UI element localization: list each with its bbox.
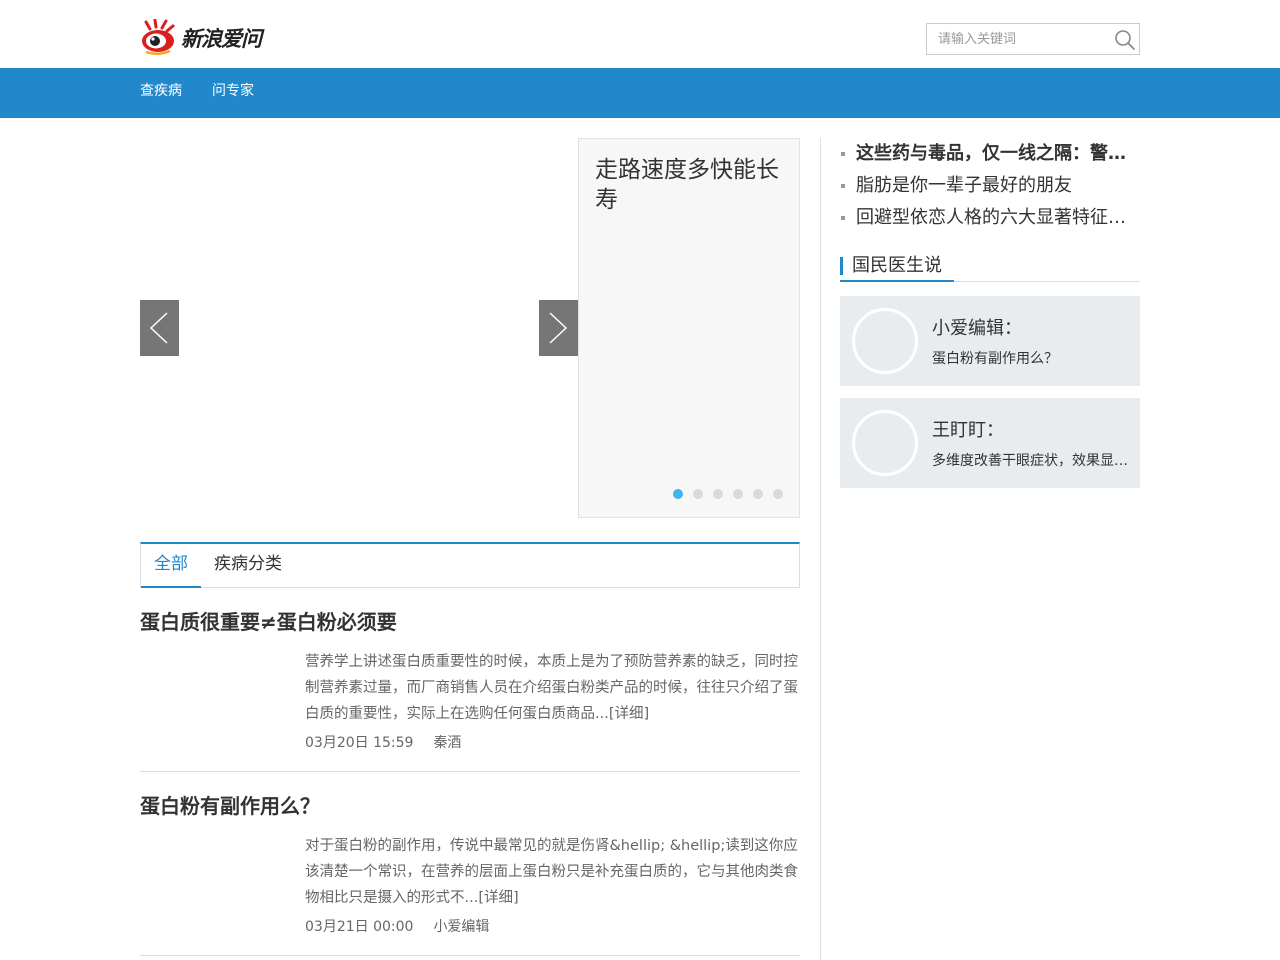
section-header: 国民医生说 <box>840 254 1140 282</box>
chevron-right-icon <box>549 312 568 344</box>
hot-list-item[interactable]: 回避型依恋人格的六大显著特征与表现 <box>840 202 1140 234</box>
site-header: 新浪爱问 <box>0 0 1280 68</box>
doctor-name: 王盯盯： <box>932 420 1004 441</box>
column-divider <box>820 138 821 960</box>
article-summary-text: 对于蛋白粉的副作用，传说中最常见的就是伤肾&hellip; &hellip;读到… <box>305 838 798 906</box>
article-summary-text: 营养学上讲述蛋白质重要性的时候，本质上是为了预防营养素的缺乏，同时控制营养素过量… <box>305 654 798 722</box>
carousel: 走路速度多快能长寿 <box>140 138 800 518</box>
doctor-card[interactable]: 小爱编辑： 蛋白粉有副作用么？ <box>840 296 1140 386</box>
doctor-quote: 多维度改善干眼症状，效果显著提升生活质量 <box>932 453 1132 469</box>
sina-eye-icon <box>142 19 175 55</box>
hot-list: 这些药与毒品，仅一线之隔：警惕药物成瘾 脂肪是你一辈子最好的朋友 回避型依恋人格… <box>840 138 1140 234</box>
tab-all[interactable]: 全部 <box>141 544 201 588</box>
article-title[interactable]: 蛋白质很重要≠蛋白粉必须要 <box>140 608 800 636</box>
article-tabs: 全部 疾病分类 <box>140 542 800 588</box>
article-item: 蛋白粉有副作用么？ 对于蛋白粉的副作用，传说中最常见的就是伤肾&hellip; … <box>140 792 800 956</box>
sidebar: 这些药与毒品，仅一线之隔：警惕药物成瘾 脂肪是你一辈子最好的朋友 回避型依恋人格… <box>840 138 1140 488</box>
site-logo[interactable]: 新浪爱问 <box>140 18 262 58</box>
main-content: 走路速度多快能长寿 全部 疾病分类 蛋白质很重要≠蛋白粉必须要 营养学上讲述蛋白… <box>0 118 1280 960</box>
carousel-image[interactable] <box>140 138 578 518</box>
carousel-dot[interactable] <box>753 489 763 499</box>
carousel-dots <box>673 489 783 499</box>
avatar[interactable] <box>852 410 918 476</box>
article-detail-link[interactable]: [详细] <box>609 706 649 722</box>
article-time: 03月21日 00:00 <box>305 919 414 935</box>
hot-list-item[interactable]: 脂肪是你一辈子最好的朋友 <box>840 170 1140 202</box>
article-meta: 03月20日 15:59 秦酒 <box>305 732 461 752</box>
article-summary: 营养学上讲述蛋白质重要性的时候，本质上是为了预防营养素的缺乏，同时控制营养素过量… <box>305 649 800 727</box>
section-accent-bar <box>840 257 843 275</box>
nav-item-ask-expert[interactable]: 问专家 <box>212 68 254 115</box>
article-author[interactable]: 小爱编辑 <box>433 916 489 936</box>
carousel-title[interactable]: 走路速度多快能长寿 <box>595 155 791 215</box>
article-summary: 对于蛋白粉的副作用，传说中最常见的就是伤肾&hellip; &hellip;读到… <box>305 833 800 911</box>
article-author[interactable]: 秦酒 <box>433 732 461 752</box>
carousel-dot[interactable] <box>733 489 743 499</box>
hot-list-item[interactable]: 这些药与毒品，仅一线之隔：警惕药物成瘾 <box>840 138 1140 170</box>
article-time: 03月20日 15:59 <box>305 735 414 751</box>
article-item: 蛋白质很重要≠蛋白粉必须要 营养学上讲述蛋白质重要性的时候，本质上是为了预防营养… <box>140 608 800 772</box>
article-title[interactable]: 蛋白粉有副作用么？ <box>140 792 800 820</box>
section-title: 国民医生说 <box>852 255 942 276</box>
nav-item-disease[interactable]: 查疾病 <box>140 68 182 115</box>
search-icon[interactable] <box>1113 28 1137 52</box>
carousel-caption-panel: 走路速度多快能长寿 <box>578 138 800 518</box>
article-detail-link[interactable]: [详细] <box>478 890 518 906</box>
article-meta: 03月21日 00:00 小爱编辑 <box>305 916 489 936</box>
carousel-dot[interactable] <box>693 489 703 499</box>
doctor-quote: 蛋白粉有副作用么？ <box>932 351 1058 367</box>
doctor-name: 小爱编辑： <box>932 318 1022 339</box>
section-underline <box>840 280 954 282</box>
chevron-left-icon <box>149 312 168 344</box>
search-input[interactable] <box>927 24 1107 54</box>
carousel-dot[interactable] <box>773 489 783 499</box>
search-box <box>926 23 1140 55</box>
carousel-next-button[interactable] <box>539 300 578 356</box>
carousel-prev-button[interactable] <box>140 300 179 356</box>
logo-text: 新浪爱问 <box>181 26 262 51</box>
tab-disease-category[interactable]: 疾病分类 <box>214 544 282 588</box>
main-nav: 查疾病 问专家 <box>0 68 1280 118</box>
doctor-card[interactable]: 王盯盯： 多维度改善干眼症状，效果显著提升生活质量 <box>840 398 1140 488</box>
avatar[interactable] <box>852 308 918 374</box>
carousel-dot[interactable] <box>673 489 683 499</box>
carousel-dot[interactable] <box>713 489 723 499</box>
